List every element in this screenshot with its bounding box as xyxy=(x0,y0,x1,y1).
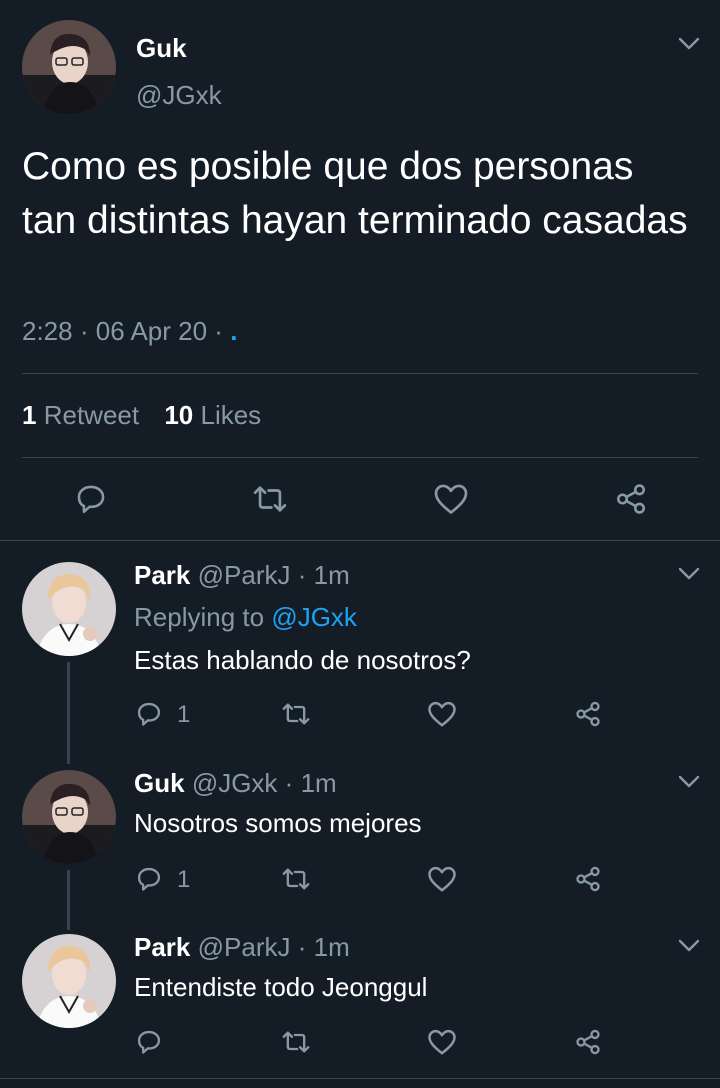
reply-header: Park @ParkJ · 1m xyxy=(134,932,350,963)
tweet-text: Como es posible que dos personas tan dis… xyxy=(22,145,688,242)
author-handle[interactable]: @JGxk xyxy=(136,80,222,111)
chevron-down-icon[interactable] xyxy=(678,37,700,56)
retweet-label: Retweet xyxy=(43,400,140,430)
reply-author-name[interactable]: Guk xyxy=(134,768,185,798)
reply-icon[interactable] xyxy=(134,1027,164,1057)
chevron-down-icon[interactable] xyxy=(678,567,700,586)
retweet-icon[interactable] xyxy=(279,699,313,729)
share-icon[interactable] xyxy=(572,864,604,894)
like-icon[interactable] xyxy=(431,480,471,518)
separator: · xyxy=(214,316,223,346)
avatar[interactable] xyxy=(22,562,116,656)
tweet-source-dot[interactable]: . xyxy=(230,316,237,346)
like-icon[interactable] xyxy=(426,699,458,729)
reply-author-handle[interactable]: @ParkJ xyxy=(198,560,291,590)
reply-icon[interactable] xyxy=(134,864,164,894)
author-name[interactable]: Guk xyxy=(136,33,187,64)
reply-text: Entendiste todo Jeonggul xyxy=(134,972,428,1002)
replying-to-handle[interactable]: @JGxk xyxy=(271,602,357,632)
likes-label: Likes xyxy=(200,400,262,430)
replying-to: Replying to @JGxk xyxy=(134,602,357,633)
retweet-icon[interactable] xyxy=(279,864,313,894)
likes-stat[interactable]: 10 Likes xyxy=(164,400,261,430)
tweet-time: 2:28 xyxy=(22,316,73,346)
reply-time: 1m xyxy=(300,768,337,798)
reply-header: Guk @JGxk · 1m xyxy=(134,768,337,799)
reply-count: 1 xyxy=(177,701,191,728)
retweet-icon[interactable] xyxy=(250,480,290,518)
avatar[interactable] xyxy=(22,934,116,1028)
like-icon[interactable] xyxy=(426,1027,458,1057)
share-icon[interactable] xyxy=(572,699,604,729)
avatar[interactable] xyxy=(22,20,116,114)
separator: · xyxy=(297,560,307,590)
retweet-count: 1 xyxy=(22,400,37,430)
like-icon[interactable] xyxy=(426,864,458,894)
reply-time: 1m xyxy=(313,932,350,962)
reply-count: 1 xyxy=(177,866,191,893)
retweet-icon[interactable] xyxy=(279,1027,313,1057)
retweet-stat[interactable]: 1 Retweet xyxy=(22,400,146,430)
reply-icon[interactable] xyxy=(72,480,110,518)
reply-author-name[interactable]: Park xyxy=(134,932,190,962)
reply-author-name[interactable]: Park xyxy=(134,560,190,590)
share-icon[interactable] xyxy=(572,1027,604,1057)
separator: · xyxy=(79,316,89,346)
reply-author-handle[interactable]: @ParkJ xyxy=(198,932,291,962)
reply-text: Estas hablando de nosotros? xyxy=(134,645,471,675)
share-icon[interactable] xyxy=(611,480,651,518)
separator: · xyxy=(297,932,307,962)
tweet-stats: 1 Retweet 10 Likes xyxy=(22,400,261,431)
divider xyxy=(22,373,698,374)
divider xyxy=(0,540,720,541)
tweet-timestamp: 2:28 · 06 Apr 20 · . xyxy=(22,316,237,347)
avatar[interactable] xyxy=(22,770,116,864)
divider xyxy=(22,457,698,458)
reply-time: 1m xyxy=(313,560,350,590)
thread-line xyxy=(67,662,70,764)
divider xyxy=(0,1078,720,1079)
replying-prefix: Replying to xyxy=(134,602,265,632)
chevron-down-icon[interactable] xyxy=(678,775,700,794)
reply-icon[interactable] xyxy=(134,699,164,729)
thread-line xyxy=(67,870,70,930)
likes-count: 10 xyxy=(164,400,194,430)
tweet-date: 06 Apr 20 xyxy=(95,316,208,346)
separator: · xyxy=(284,768,294,798)
reply-author-handle[interactable]: @JGxk xyxy=(192,768,278,798)
reply-header: Park @ParkJ · 1m xyxy=(134,560,350,591)
reply-text: Nosotros somos mejores xyxy=(134,808,422,838)
chevron-down-icon[interactable] xyxy=(678,939,700,958)
